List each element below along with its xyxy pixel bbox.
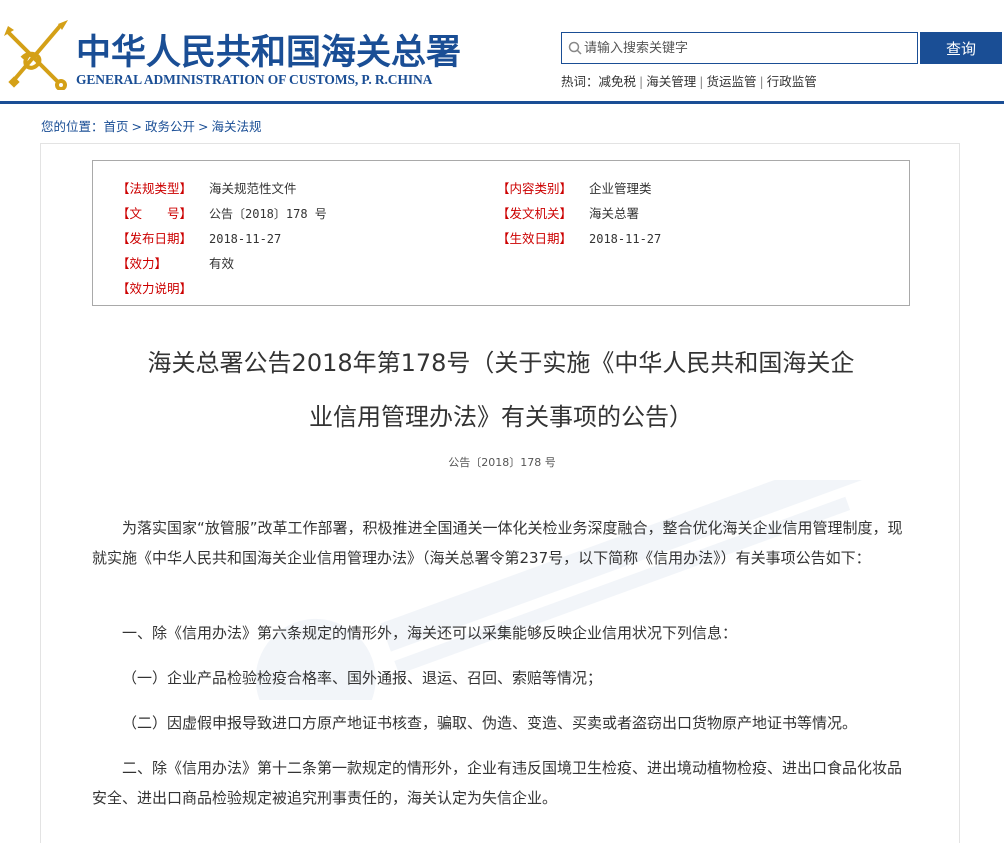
site-logo-chinese[interactable]: 中华人民共和国海关总署 [76,24,461,75]
header-divider [0,101,1004,104]
document-title-line: 业信用管理办法》有关事项的公告） [309,403,693,431]
hot-keyword-link[interactable]: 海关管理 [646,74,696,89]
search-icon [568,41,582,55]
breadcrumb-home[interactable]: 首页 [104,119,129,134]
document-title: 海关总署公告2018年第178号（关于实施《中华人民共和国海关企 业信用管理办法… [95,336,907,444]
hot-keyword-link[interactable]: 货运监管 [706,74,756,89]
paragraph: 一、除《信用办法》第六条规定的情形外，海关还可以采集能够反映企业信用状况下列信息… [122,624,738,642]
document-number: 公告〔2018〕178 号 [448,456,556,469]
site-logo-english[interactable]: GENERAL ADMINISTRATION OF CUSTOMS, P. R.… [76,72,432,88]
meta-row: 【文 号】 公告〔2018〕178 号 [117,203,327,222]
meta-value: 2018-11-27 [589,232,662,246]
meta-key: 【效力说明】 [117,281,193,296]
meta-row: 【法规类型】 海关规范性文件 [117,178,297,197]
hot-keyword-link[interactable]: 行政监管 [767,74,817,89]
breadcrumb-separator: > [198,119,209,134]
meta-key: 【文 号】 [117,206,193,221]
customs-emblem-icon [4,20,68,90]
meta-value: 海关总署 [589,206,640,221]
meta-value: 海关规范性文件 [209,181,297,196]
breadcrumb: 您的位置：首页 > 政务公开 > 海关法规 [41,116,262,135]
paragraph: （二）因虚假申报导致进口方原产地证书核查，骗取、伪造、变造、买卖或者盗窃出口货物… [122,714,858,732]
meta-row: 【内容类别】 企业管理类 [497,178,652,197]
paragraph: 二、除《信用办法》第十二条第一款规定的情形外，企业有违反国境卫生检疫、进出境动植… [92,759,903,807]
meta-key: 【法规类型】 [117,181,193,196]
document-title-line: 海关总署公告2018年第178号（关于实施《中华人民共和国海关企 [147,349,855,377]
site-header: 中华人民共和国海关总署 GENERAL ADMINISTRATION OF CU… [0,0,1004,104]
search-box [561,32,918,64]
meta-value: 公告〔2018〕178 号 [209,207,327,221]
breadcrumb-separator: > [131,119,143,134]
meta-row: 【效力说明】 [117,278,209,297]
meta-key: 【效力】 [117,256,168,271]
meta-value: 2018-11-27 [209,232,282,246]
meta-key: 【内容类别】 [497,181,573,196]
hot-keyword-separator: | [759,74,764,89]
paragraph: 为落实国家“放管服”改革工作部署，积极推进全国通关一体化关检业务深度融合，整合优… [92,519,903,567]
meta-row: 【效力】 有效 [117,253,234,272]
meta-value: 企业管理类 [589,181,652,196]
meta-row: 【发文机关】 海关总署 [497,203,639,222]
breadcrumb-regulations[interactable]: 海关法规 [212,119,262,134]
breadcrumb-prefix: 您的位置： [41,119,104,134]
meta-key: 【发布日期】 [117,231,193,246]
hot-keywords-label: 热词： [561,74,599,89]
meta-row: 【生效日期】 2018-11-27 [497,228,661,247]
hot-keyword-separator: | [639,74,644,89]
search-button[interactable]: 查询 [920,32,1002,64]
meta-row: 【发布日期】 2018-11-27 [117,228,281,247]
meta-value: 有效 [209,256,235,271]
meta-key: 【发文机关】 [497,206,573,221]
hot-keywords: 热词：减免税 | 海关管理 | 货运监管 | 行政监管 [561,71,817,90]
hot-keyword-link[interactable]: 减免税 [599,74,637,89]
hot-keyword-separator: | [699,74,704,89]
breadcrumb-gov-affairs[interactable]: 政务公开 [145,119,195,134]
search-input[interactable] [584,33,914,63]
paragraph: （一）企业产品检验检疫合格率、国外通报、退运、召回、索赔等情况； [122,669,603,687]
meta-key: 【生效日期】 [497,231,573,246]
